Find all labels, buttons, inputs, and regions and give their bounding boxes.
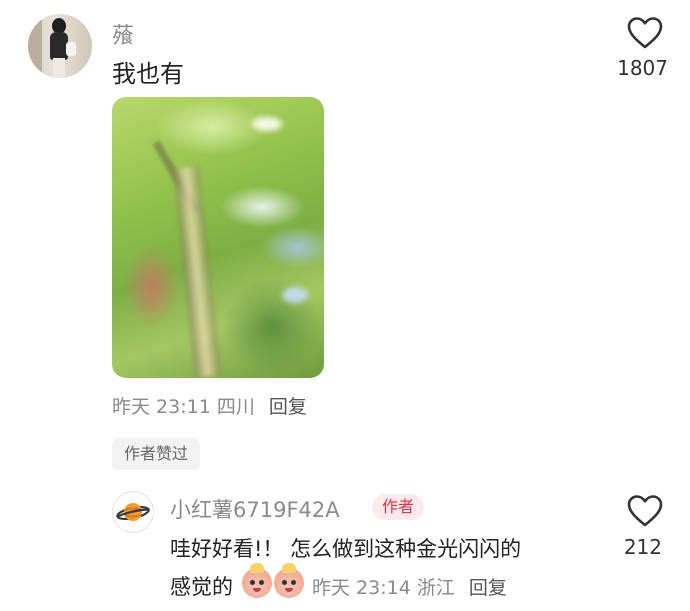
comment-photo[interactable] bbox=[112, 97, 324, 378]
commenter-avatar[interactable] bbox=[28, 14, 92, 78]
reply-button[interactable]: 回复 bbox=[269, 396, 307, 418]
reply-username[interactable]: 小红薯6719F42A bbox=[170, 494, 340, 524]
blushing-face-emoji-icon bbox=[242, 563, 272, 598]
like-count: 1807 bbox=[617, 56, 668, 80]
comment-location: 四川 bbox=[216, 396, 255, 418]
photo-tree-trunk bbox=[173, 166, 221, 378]
commenter-username[interactable]: 蕵 bbox=[112, 18, 134, 50]
reply-text-line1: 哇好好看!！ 怎么做到这种金光闪闪的 bbox=[170, 537, 522, 561]
author-liked-badge: 作者赞过 bbox=[112, 438, 201, 470]
photo-sky-spot bbox=[282, 287, 308, 303]
planet-icon bbox=[116, 503, 150, 521]
like-count: 212 bbox=[623, 535, 662, 559]
reply-meta: 昨天 23:14 浙江 回复 bbox=[312, 573, 507, 600]
author-badge: 作者 bbox=[372, 494, 425, 520]
avatar-figure-bag bbox=[66, 42, 76, 56]
blushing-face-emoji-icon bbox=[274, 563, 304, 598]
heart-icon[interactable] bbox=[626, 16, 664, 50]
comment-text: 我也有 bbox=[112, 60, 184, 88]
avatar-figure-legs bbox=[53, 58, 65, 78]
comment-meta: 昨天 23:11 四川 回复 bbox=[112, 392, 307, 419]
comment-time: 昨天 23:11 bbox=[112, 396, 211, 418]
reply-text-line2: 感觉的 bbox=[170, 575, 233, 599]
reply-time: 昨天 23:14 bbox=[312, 577, 411, 599]
photo-light-spot bbox=[252, 117, 282, 131]
heart-icon[interactable] bbox=[626, 494, 664, 528]
avatar-background bbox=[28, 14, 42, 78]
author-avatar[interactable] bbox=[112, 491, 154, 533]
reply-location: 浙江 bbox=[416, 577, 455, 599]
reply-button[interactable]: 回复 bbox=[469, 577, 507, 599]
